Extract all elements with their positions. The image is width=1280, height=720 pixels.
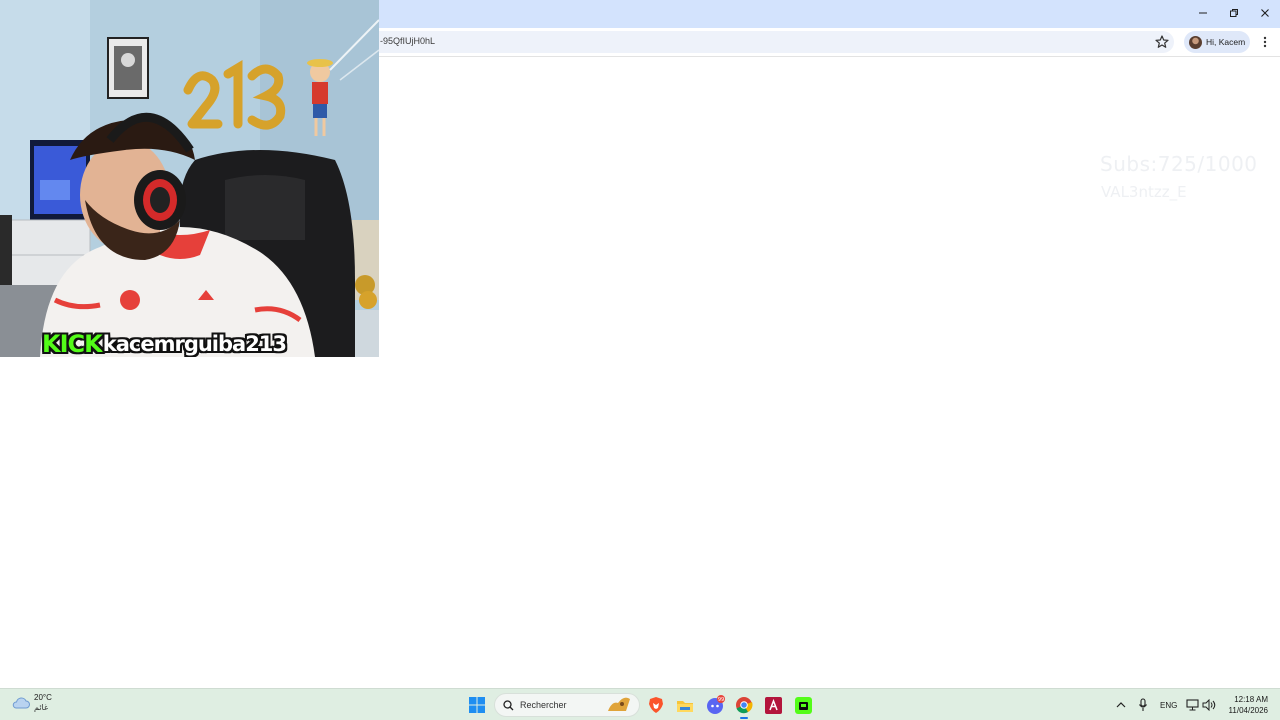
- taskbar-adobe-app[interactable]: [762, 694, 784, 716]
- profile-button[interactable]: Hi, Kacem: [1184, 31, 1250, 53]
- last-subscriber: VAL3ntzz_E: [1101, 183, 1187, 201]
- taskbar-chrome[interactable]: [733, 694, 755, 719]
- search-icon: [503, 699, 514, 710]
- browser-titlebar[interactable]: [379, 0, 1280, 28]
- taskbar-brave[interactable]: [645, 694, 667, 716]
- volume-tray[interactable]: [1198, 694, 1220, 716]
- show-hidden-icons[interactable]: [1110, 694, 1132, 716]
- chrome-icon: [736, 697, 753, 714]
- kick-app-icon: [794, 696, 812, 714]
- search-highlight-icon: [608, 697, 630, 711]
- menu-kebab-icon[interactable]: [1259, 34, 1271, 50]
- adobe-icon: [764, 696, 782, 714]
- taskbar-search[interactable]: Rechercher: [494, 693, 640, 717]
- chevron-up-icon: [1116, 702, 1126, 708]
- folder-icon: [677, 700, 693, 712]
- browser-toolbar: -95QfIUjH0hL Hi, Kacem: [379, 28, 1280, 57]
- webcam-scene: [0, 0, 379, 357]
- address-bar[interactable]: -95QfIUjH0hL: [379, 31, 1174, 53]
- taskbar-discord[interactable]: 99: [704, 694, 726, 716]
- weather-widget[interactable]: 20°C غائم: [12, 693, 52, 713]
- kick-overlay-badge: KICK kacemrguiba213: [42, 327, 287, 357]
- kick-logo: KICK: [42, 330, 103, 357]
- microphone-tray[interactable]: [1132, 694, 1154, 716]
- clock-time: 12:18 AM: [1234, 695, 1268, 704]
- restore-icon[interactable]: [1218, 0, 1249, 26]
- clock-date: 11/04/2026: [1228, 706, 1268, 715]
- profile-label: Hi, Kacem: [1206, 37, 1246, 47]
- kick-username: kacemrguiba213: [102, 332, 287, 356]
- discord-badge: 99: [718, 697, 724, 703]
- speaker-icon: [1202, 699, 1216, 711]
- discord-icon: 99: [707, 695, 725, 714]
- search-placeholder: Rechercher: [520, 700, 567, 710]
- subs-counter: Subs:725/1000: [1100, 152, 1258, 176]
- taskbar-file-explorer[interactable]: [674, 694, 696, 716]
- taskbar: 20°C غائم Rechercher 99 ENG 12:18 AM 11/…: [0, 688, 1280, 720]
- language-indicator[interactable]: ENG: [1160, 701, 1177, 710]
- weather-condition: غائم: [34, 703, 49, 712]
- cloud-icon: [12, 697, 30, 709]
- webcam-overlay: KICK kacemrguiba213: [0, 0, 379, 357]
- brave-icon: [649, 697, 663, 713]
- taskbar-kick-app[interactable]: [792, 694, 814, 716]
- system-clock[interactable]: 12:18 AM 11/04/2026: [1222, 694, 1268, 716]
- bookmark-star-icon[interactable]: [1154, 34, 1170, 50]
- minimize-icon[interactable]: [1187, 0, 1218, 26]
- avatar: [1189, 35, 1202, 49]
- windows-icon: [469, 697, 485, 713]
- url-text[interactable]: -95QfIUjH0hL: [380, 36, 435, 46]
- close-icon[interactable]: [1249, 0, 1280, 26]
- microphone-icon: [1139, 698, 1147, 711]
- start-button[interactable]: [466, 694, 488, 716]
- weather-temperature: 20°C: [34, 693, 52, 702]
- desktop-screen: -95QfIUjH0hL Hi, Kacem KICK kacemrguiba2…: [0, 0, 1280, 720]
